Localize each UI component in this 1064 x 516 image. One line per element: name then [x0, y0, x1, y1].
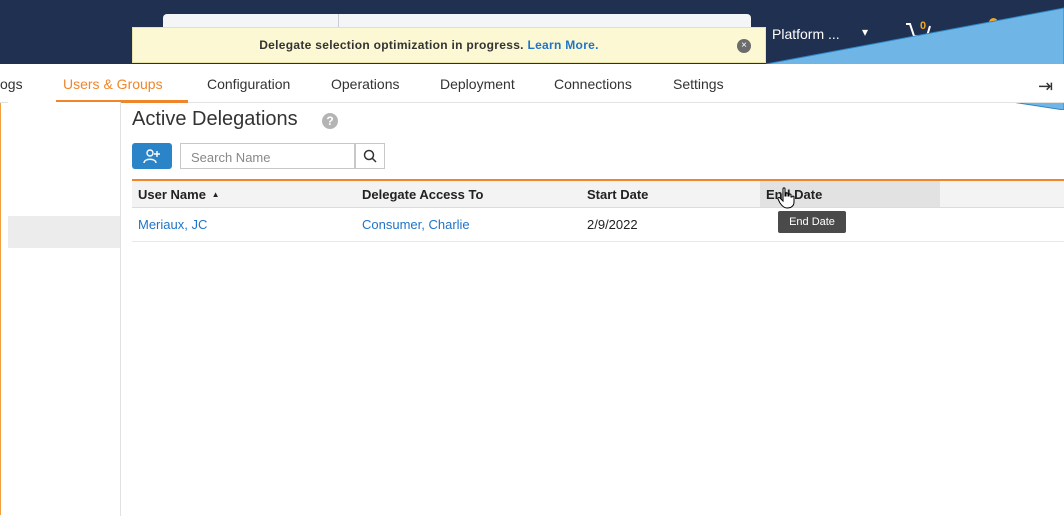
user-name-link[interactable]: Meriaux, JC — [138, 217, 207, 232]
tab-catalogs[interactable]: ogs — [0, 76, 23, 92]
start-date-cell: 2/9/2022 — [587, 217, 638, 232]
tab-settings[interactable]: Settings — [673, 76, 724, 92]
tab-operations[interactable]: Operations — [331, 76, 399, 92]
column-header-delegate-access[interactable]: Delegate Access To — [362, 187, 483, 202]
column-tooltip: End Date — [778, 211, 846, 233]
table-row[interactable]: Meriaux, JC Consumer, Charlie 2/9/2022 — [132, 208, 1064, 242]
tab-connections[interactable]: Connections — [554, 76, 632, 92]
grid-header: User Name ▲ Delegate Access To Start Dat… — [132, 181, 1064, 208]
banner-text: Delegate selection optimization in progr… — [259, 38, 524, 52]
close-icon[interactable]: × — [737, 39, 751, 53]
banner-message: Delegate selection optimization in progr… — [133, 38, 725, 52]
sort-ascending-icon: ▲ — [211, 190, 220, 199]
tab-deployment[interactable]: Deployment — [440, 76, 515, 92]
search-button[interactable] — [355, 143, 385, 169]
help-icon[interactable]: ? — [322, 113, 338, 129]
exit-icon[interactable]: ⇥ — [1038, 76, 1053, 97]
search-input[interactable] — [189, 145, 358, 169]
add-delegation-button[interactable] — [132, 143, 172, 169]
add-user-icon — [143, 149, 160, 164]
user-name-header-label: User Name — [138, 187, 206, 202]
column-header-user-name[interactable]: User Name ▲ — [138, 187, 219, 202]
hand-cursor-icon — [777, 187, 795, 209]
tab-configuration[interactable]: Configuration — [207, 76, 290, 92]
search-name-field[interactable] — [180, 143, 358, 169]
main-nav: ogs Users & Groups Configuration Operati… — [0, 64, 1064, 103]
tab-users-groups[interactable]: Users & Groups — [63, 76, 163, 92]
column-header-start-date[interactable]: Start Date — [587, 187, 648, 202]
search-icon — [363, 149, 377, 163]
page-title: Active Delegations — [132, 108, 298, 130]
sidebar — [8, 102, 121, 516]
learn-more-link[interactable]: Learn More. — [527, 38, 598, 52]
notification-banner: Delegate selection optimization in progr… — [132, 27, 766, 63]
delegate-name-link[interactable]: Consumer, Charlie — [362, 217, 470, 232]
sidebar-item-selected[interactable] — [8, 216, 120, 248]
